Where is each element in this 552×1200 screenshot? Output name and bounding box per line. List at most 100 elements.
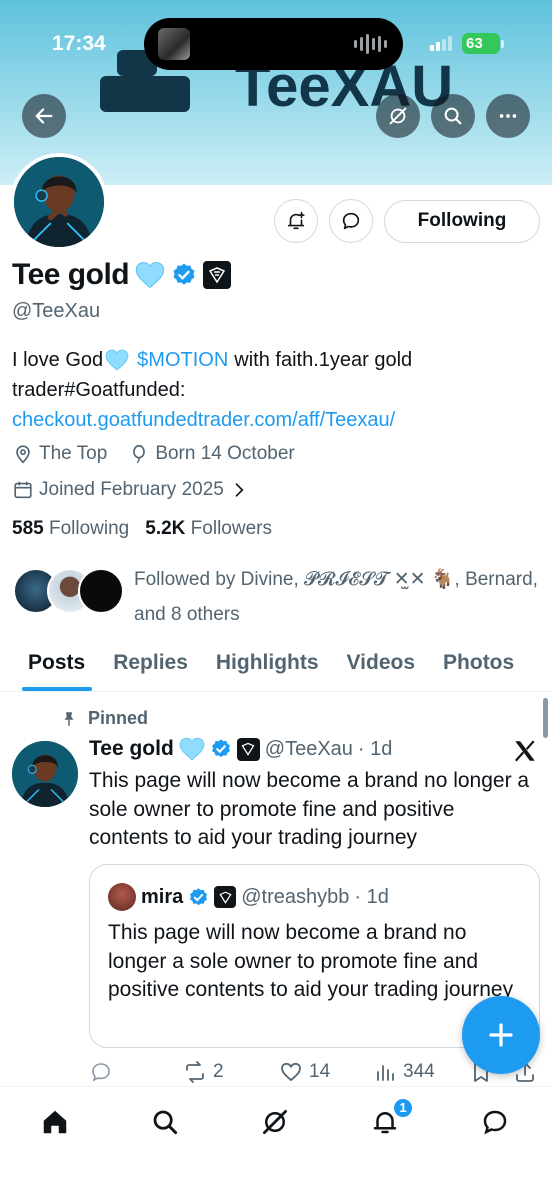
- post-author-name[interactable]: Tee gold: [89, 737, 174, 761]
- verified-badge-icon[interactable]: [171, 262, 197, 288]
- notification-badge: 1: [392, 1097, 414, 1119]
- nav-search[interactable]: [147, 1104, 183, 1140]
- nav-home[interactable]: [37, 1104, 73, 1140]
- message-button[interactable]: [329, 199, 373, 243]
- tab-replies[interactable]: Replies: [85, 640, 188, 691]
- bio-text: with faith.1year gold: [234, 349, 413, 371]
- nav-grok[interactable]: [257, 1104, 293, 1140]
- home-icon: [43, 1110, 67, 1134]
- followers-link[interactable]: 5.2K Followers: [145, 518, 272, 540]
- profile-banner[interactable]: TeeXAU 17:34 63: [0, 0, 552, 185]
- post-header: Tee gold @TeeXau · 1d: [89, 737, 392, 761]
- quote-author-name: mira: [141, 885, 184, 908]
- tab-posts[interactable]: Posts: [0, 640, 85, 691]
- battery-indicator: 63: [462, 33, 500, 54]
- post-author-avatar[interactable]: [12, 741, 78, 807]
- location-pin-icon: [16, 445, 30, 464]
- affiliate-logo-icon: [209, 267, 226, 284]
- chevron-right-icon: [235, 483, 244, 497]
- pinned-indicator: Pinned: [60, 708, 148, 729]
- repost-count: 2: [213, 1061, 224, 1082]
- arrow-left-icon: [35, 108, 53, 124]
- chat-bubble-icon: [342, 212, 360, 230]
- grok-icon: [263, 1110, 287, 1134]
- avatar-illustration: [12, 741, 78, 807]
- balloon-icon: [133, 444, 146, 463]
- following-button[interactable]: Following: [384, 200, 540, 243]
- pinned-label: Pinned: [88, 708, 149, 728]
- quote-author-avatar: [108, 883, 136, 911]
- name-row: Tee gold: [12, 258, 232, 292]
- battery-tip: [501, 40, 504, 48]
- search-button[interactable]: [431, 94, 475, 138]
- more-icon: [499, 114, 517, 118]
- avatar-illustration: [14, 157, 104, 247]
- following-link[interactable]: 585 Following: [12, 518, 129, 540]
- media-thumbnail: [158, 28, 190, 60]
- repost-button[interactable]: 2: [183, 1060, 224, 1084]
- scrollbar[interactable]: [543, 698, 548, 738]
- profile-avatar[interactable]: [10, 153, 108, 251]
- compose-button[interactable]: [462, 996, 540, 1074]
- active-tab-indicator: [22, 687, 92, 691]
- followed-by-text[interactable]: Followed by Divine, 𝓟𝓡𝓘𝓔𝓢𝓣 ✕̫✕ 🐐, Bernar…: [134, 562, 544, 632]
- joined-row[interactable]: Joined February 2025: [12, 479, 249, 501]
- nav-messages[interactable]: [477, 1104, 513, 1140]
- notify-button[interactable]: [274, 199, 318, 243]
- light-blue-heart-icon: [135, 261, 165, 289]
- followers-count: 5.2K: [145, 518, 186, 539]
- like-count: 14: [309, 1061, 331, 1082]
- light-blue-heart-icon: [105, 349, 129, 371]
- joined-text: Joined February 2025: [39, 479, 224, 500]
- verified-badge-icon: [211, 739, 230, 758]
- message-icon: [483, 1110, 507, 1135]
- light-blue-heart-icon: [179, 737, 205, 761]
- pin-icon: [64, 711, 74, 726]
- bio-url-link[interactable]: checkout.goatfundedtrader.com/aff/Teexau…: [12, 405, 395, 435]
- x-logo-icon: [514, 740, 535, 762]
- cashtag-link[interactable]: $MOTION: [137, 345, 228, 375]
- grok-icon: [389, 107, 407, 125]
- bell-plus-icon: [287, 211, 305, 230]
- bottom-nav: [0, 1086, 552, 1200]
- follow-counts: 585 Following 5.2K Followers: [12, 518, 272, 540]
- post-author-handle: @TeeXau: [264, 737, 353, 760]
- views-count: 344: [403, 1061, 435, 1082]
- profile-bio: I love God $MOTION with faith.1year gold…: [12, 345, 532, 435]
- more-button[interactable]: [486, 94, 530, 138]
- quote-header: mira @treashybb · 1d: [108, 883, 389, 911]
- plus-icon: [489, 1023, 513, 1047]
- tab-videos[interactable]: Videos: [319, 640, 415, 691]
- signal-icon: [430, 36, 452, 51]
- views-button[interactable]: 344: [373, 1060, 435, 1084]
- tab-photos[interactable]: Photos: [415, 640, 514, 691]
- affiliate-logo-icon: [219, 891, 232, 904]
- repost-icon: [186, 1061, 204, 1083]
- display-name: Tee gold: [12, 258, 130, 291]
- search-icon: [444, 107, 462, 125]
- views-chart-icon: [377, 1065, 394, 1081]
- reply-button[interactable]: [89, 1060, 113, 1084]
- like-button[interactable]: 14: [279, 1060, 330, 1084]
- post-text: This page will now become a brand no lon…: [89, 769, 530, 849]
- back-button[interactable]: [22, 94, 66, 138]
- affiliate-badge: [214, 886, 237, 908]
- affiliate-badge[interactable]: [203, 261, 232, 289]
- quote-time: · 1d: [354, 885, 389, 908]
- profile-tabs: Posts Replies Highlights Videos Photos: [0, 640, 552, 692]
- bio-text: trader#Goatfunded:: [12, 379, 186, 401]
- profile-handle: @TeeXau: [12, 300, 101, 322]
- affiliate-logo-icon: [241, 742, 255, 756]
- affiliate-badge: [236, 737, 260, 761]
- search-icon: [153, 1110, 178, 1135]
- location-text: The Top: [39, 443, 108, 464]
- bio-text: I love God: [12, 349, 104, 371]
- status-time: 17:34: [52, 32, 106, 55]
- tab-highlights[interactable]: Highlights: [188, 640, 319, 691]
- grok-button[interactable]: [376, 94, 420, 138]
- followers-label: Followers: [190, 518, 272, 539]
- following-count: 585: [12, 518, 44, 539]
- follower-avatar: [78, 568, 124, 614]
- post-time: · 1d: [357, 737, 393, 760]
- heart-icon: [281, 1062, 301, 1082]
